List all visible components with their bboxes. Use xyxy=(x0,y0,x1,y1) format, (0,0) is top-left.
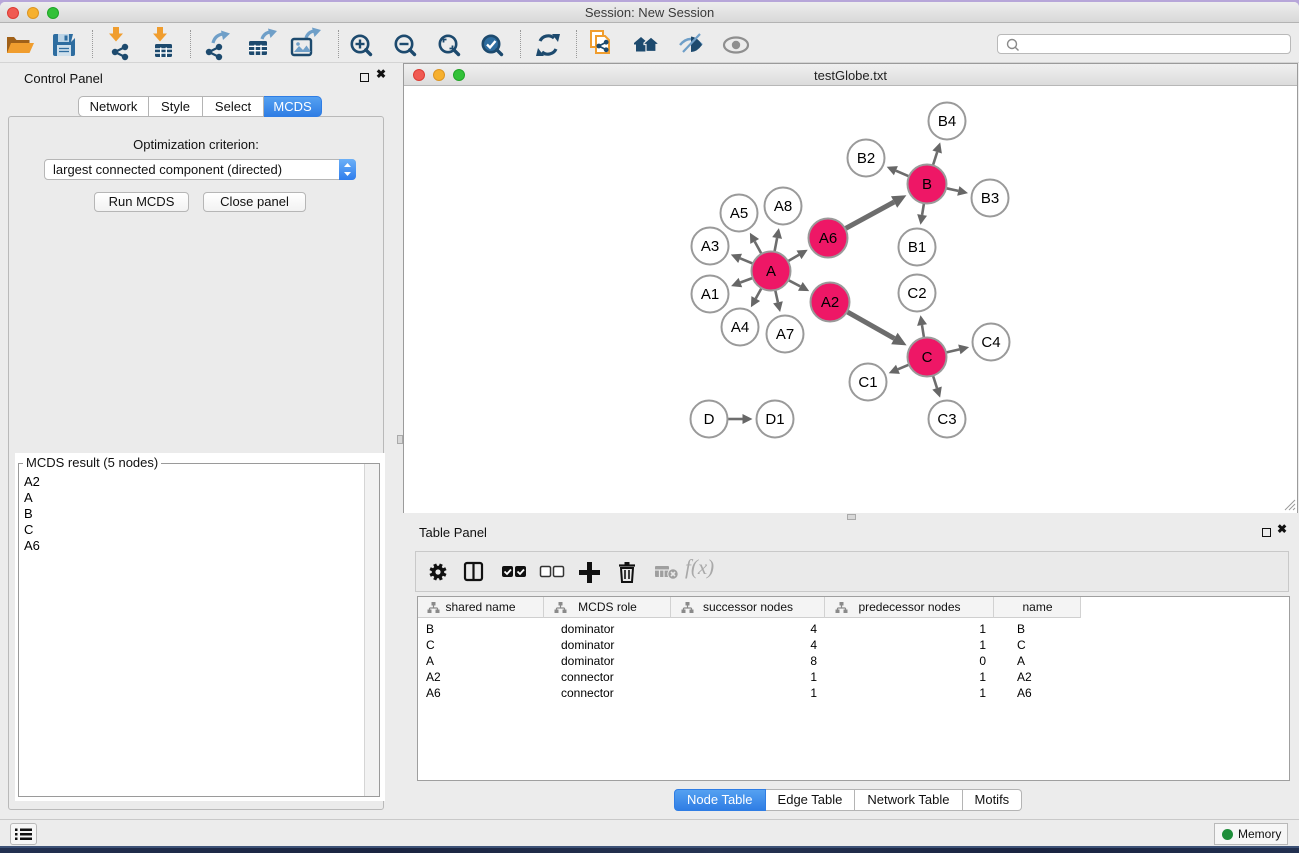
svg-text:A1: A1 xyxy=(701,286,719,303)
svg-text:A6: A6 xyxy=(819,230,837,247)
svg-text:B3: B3 xyxy=(981,190,999,207)
svg-text:A3: A3 xyxy=(701,238,719,255)
svg-text:A4: A4 xyxy=(731,319,749,336)
svg-text:B2: B2 xyxy=(857,150,875,167)
svg-text:A5: A5 xyxy=(730,205,748,222)
svg-text:B4: B4 xyxy=(938,113,956,130)
svg-text:D1: D1 xyxy=(765,411,784,428)
svg-text:C2: C2 xyxy=(907,285,926,302)
svg-text:A: A xyxy=(766,263,776,280)
svg-text:B1: B1 xyxy=(908,239,926,256)
svg-text:C3: C3 xyxy=(937,411,956,428)
svg-text:C: C xyxy=(922,349,933,366)
svg-text:A8: A8 xyxy=(774,198,792,215)
svg-text:C4: C4 xyxy=(981,334,1000,351)
svg-text:A2: A2 xyxy=(821,294,839,311)
svg-text:C1: C1 xyxy=(858,374,877,391)
svg-text:A7: A7 xyxy=(776,326,794,343)
svg-text:D: D xyxy=(704,411,715,428)
svg-text:B: B xyxy=(922,176,932,193)
